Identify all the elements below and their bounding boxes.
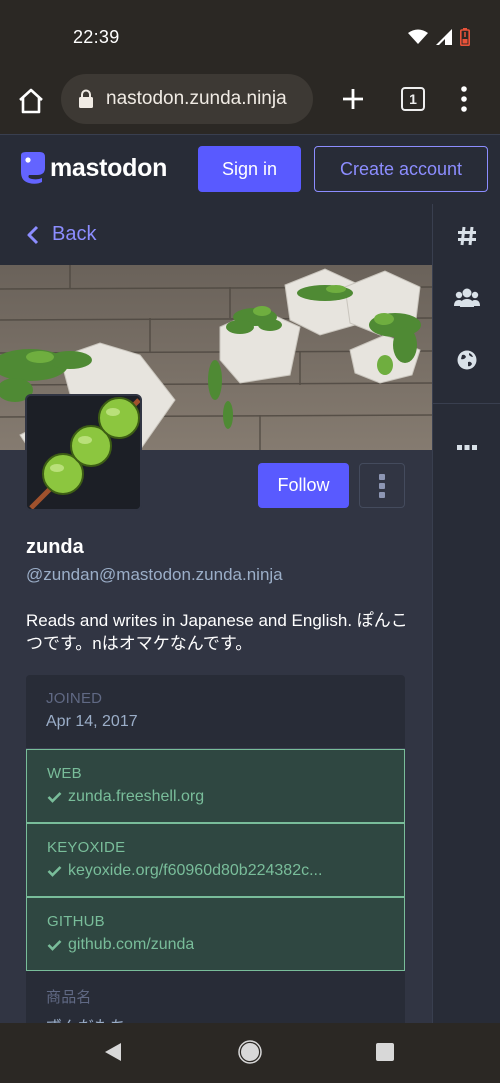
field-product-name: 商品名 ずんだもち xyxy=(26,971,405,1023)
field-link[interactable]: zunda.freeshell.org xyxy=(68,788,204,806)
browser-menu-icon[interactable] xyxy=(450,82,478,116)
tab-switcher-button[interactable]: 1 xyxy=(401,87,425,111)
tab-count: 1 xyxy=(409,91,417,107)
profile-menu-button[interactable] xyxy=(359,463,405,508)
field-github: GITHUB github.com/zunda xyxy=(26,897,405,971)
field-name: WEB xyxy=(47,765,82,782)
vertical-ellipsis-icon xyxy=(379,473,385,498)
nav-more[interactable] xyxy=(433,418,500,478)
side-navigation xyxy=(432,204,500,1023)
account-handle: @zundan@mastodon.zunda.ninja xyxy=(26,565,283,584)
field-value[interactable]: keyoxide.org/f60960d80b224382c... xyxy=(47,862,384,880)
system-navigation-bar xyxy=(0,1023,500,1083)
url-text: nastodon.zunda.ninja xyxy=(106,88,287,109)
profile-column: Back Follow zunda @zundan@mastodon.zunda… xyxy=(0,204,432,1023)
nav-federated-timeline[interactable] xyxy=(433,330,500,390)
logo-wordmark: mastodon xyxy=(50,153,168,182)
profile-fields: JOINED Apr 14, 2017 WEB zunda.freeshell.… xyxy=(26,675,405,1023)
status-bar: 22:39 xyxy=(0,0,500,72)
field-value[interactable]: github.com/zunda xyxy=(47,936,384,954)
users-icon xyxy=(454,288,480,307)
mastodon-logo-icon xyxy=(21,152,45,184)
signal-icon xyxy=(436,29,452,45)
avatar-image xyxy=(27,396,140,509)
battery-icon xyxy=(460,28,470,46)
back-triangle-icon[interactable] xyxy=(103,1041,123,1063)
recents-square-icon[interactable] xyxy=(375,1042,395,1062)
home-circle-icon[interactable] xyxy=(238,1040,262,1064)
browser-toolbar: nastodon.zunda.ninja 1 xyxy=(0,72,500,134)
chevron-left-icon xyxy=(27,225,39,244)
create-account-button[interactable]: Create account xyxy=(314,146,488,192)
field-link[interactable]: keyoxide.org/f60960d80b224382c... xyxy=(68,862,322,880)
nav-local-timeline[interactable] xyxy=(433,268,500,328)
field-keyoxide: KEYOXIDE keyoxide.org/f60960d80b224382c.… xyxy=(26,823,405,897)
nav-explore-hashtags[interactable] xyxy=(433,206,500,266)
app-header: mastodon Sign in Create account xyxy=(0,134,500,204)
back-label: Back xyxy=(52,223,97,245)
field-value[interactable]: zunda.freeshell.org xyxy=(47,788,384,806)
globe-icon xyxy=(457,350,477,370)
sign-in-button[interactable]: Sign in xyxy=(198,146,301,192)
verified-check-icon xyxy=(47,792,62,803)
wifi-icon xyxy=(408,29,428,44)
verified-check-icon xyxy=(47,866,62,877)
field-name: 商品名 xyxy=(46,989,92,1006)
mastodon-logo[interactable]: mastodon xyxy=(18,151,167,185)
status-time: 22:39 xyxy=(73,27,120,47)
status-icons xyxy=(408,28,470,46)
back-button[interactable]: Back xyxy=(26,223,96,246)
field-link[interactable]: github.com/zunda xyxy=(68,936,194,954)
field-joined: JOINED Apr 14, 2017 xyxy=(26,675,405,749)
new-tab-icon[interactable] xyxy=(336,82,370,116)
home-icon[interactable] xyxy=(14,84,48,118)
lock-icon xyxy=(79,89,93,108)
field-name: GITHUB xyxy=(47,913,105,930)
profile-bio: Reads and writes in Japanese and English… xyxy=(26,611,408,653)
field-web: WEB zunda.freeshell.org xyxy=(26,749,405,823)
column-back-bar: Back xyxy=(0,204,432,265)
ellipsis-icon xyxy=(457,445,477,450)
verified-check-icon xyxy=(47,940,62,951)
url-bar[interactable]: nastodon.zunda.ninja xyxy=(61,74,313,124)
field-value: ずんだもち xyxy=(46,1013,385,1023)
follow-button[interactable]: Follow xyxy=(258,463,349,508)
nav-divider xyxy=(433,403,500,404)
field-name: KEYOXIDE xyxy=(47,839,126,856)
display-name: zunda xyxy=(26,536,84,558)
field-value: Apr 14, 2017 xyxy=(46,713,138,730)
hashtag-icon xyxy=(458,226,476,246)
field-name: JOINED xyxy=(46,690,103,707)
avatar[interactable] xyxy=(25,394,142,511)
